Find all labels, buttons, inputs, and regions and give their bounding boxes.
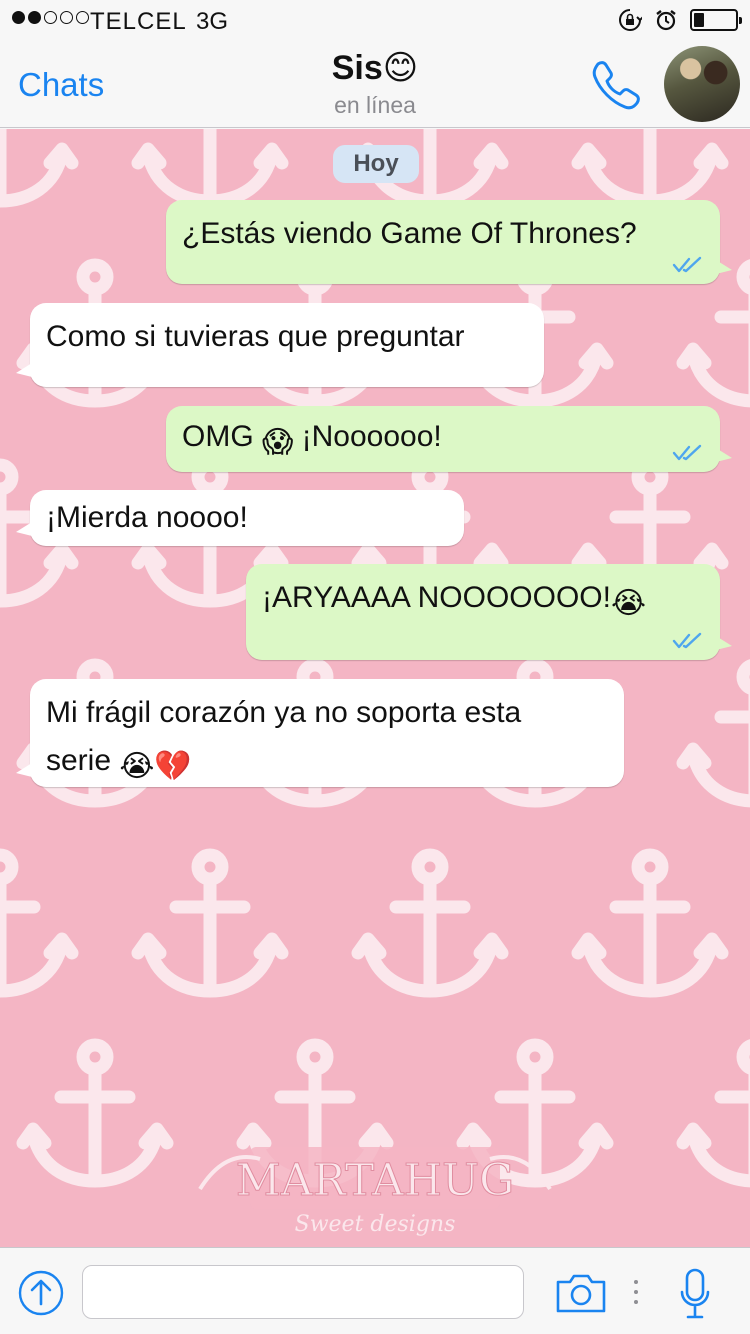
message-text: ¡Mierda noooo!	[46, 501, 248, 534]
message-text: ¡ARYAAAA NOOOOOOO!	[262, 581, 611, 614]
phone-icon[interactable]	[588, 58, 640, 110]
outgoing-message[interactable]: ¿Estás viendo Game Of Thrones?	[166, 200, 732, 284]
battery-level	[694, 13, 704, 27]
carrier-name: TELCEL	[90, 8, 187, 35]
contact-avatar[interactable]	[664, 46, 740, 122]
read-receipt-icon	[672, 256, 702, 273]
incoming-message[interactable]: Mi frágil corazón ya no soporta esta ser…	[16, 679, 624, 787]
martahug-watermark: MARTAHUG Sweet designs	[198, 1147, 552, 1237]
watermark-subtitle: Sweet designs	[295, 1212, 456, 1237]
chat-header: Chats Sis😊 en línea	[0, 40, 750, 128]
incoming-message[interactable]: ¡Mierda noooo!	[16, 490, 464, 546]
camera-icon[interactable]	[555, 1272, 607, 1314]
message-input-bar	[0, 1247, 750, 1334]
message-text: ¡Noooooo!	[293, 420, 442, 453]
message-text: OMG	[182, 420, 262, 453]
rotation-lock-icon	[619, 9, 642, 31]
outgoing-message[interactable]: ¡ARYAAAA NOOOOOOO!😭	[246, 564, 732, 660]
divider-dots	[634, 1280, 638, 1304]
message-text: Como si tuvieras que preguntar	[46, 320, 465, 353]
message-text: serie	[46, 744, 120, 777]
battery-icon	[690, 9, 742, 31]
incoming-message[interactable]: Como si tuvieras que preguntar	[16, 303, 544, 387]
chat-area[interactable]: MARTAHUG Sweet designs Hoy ¿Estás viendo…	[0, 129, 750, 1247]
crying-emoji: 😭	[610, 587, 647, 620]
date-separator: Hoy	[333, 145, 419, 183]
crying-broken-heart-emoji: 😭💔	[119, 750, 192, 783]
status-bar: TELCEL 3G	[0, 0, 750, 40]
outgoing-message[interactable]: OMG 😱 ¡Noooooo!	[166, 406, 732, 472]
message-input[interactable]	[82, 1265, 524, 1319]
microphone-icon[interactable]	[680, 1268, 710, 1320]
message-text: Mi frágil corazón ya no soporta esta	[46, 696, 522, 729]
message-text: ¿Estás viendo Game Of Thrones?	[182, 217, 637, 250]
scream-emoji: 😱	[262, 426, 294, 459]
upload-arrow-icon[interactable]	[18, 1270, 64, 1316]
network-type: 3G	[196, 8, 229, 35]
watermark-title: MARTAHUG	[236, 1155, 515, 1206]
read-receipt-icon	[672, 444, 702, 461]
alarm-icon	[656, 10, 676, 31]
signal-strength-icon	[12, 11, 89, 24]
read-receipt-icon	[672, 632, 702, 649]
